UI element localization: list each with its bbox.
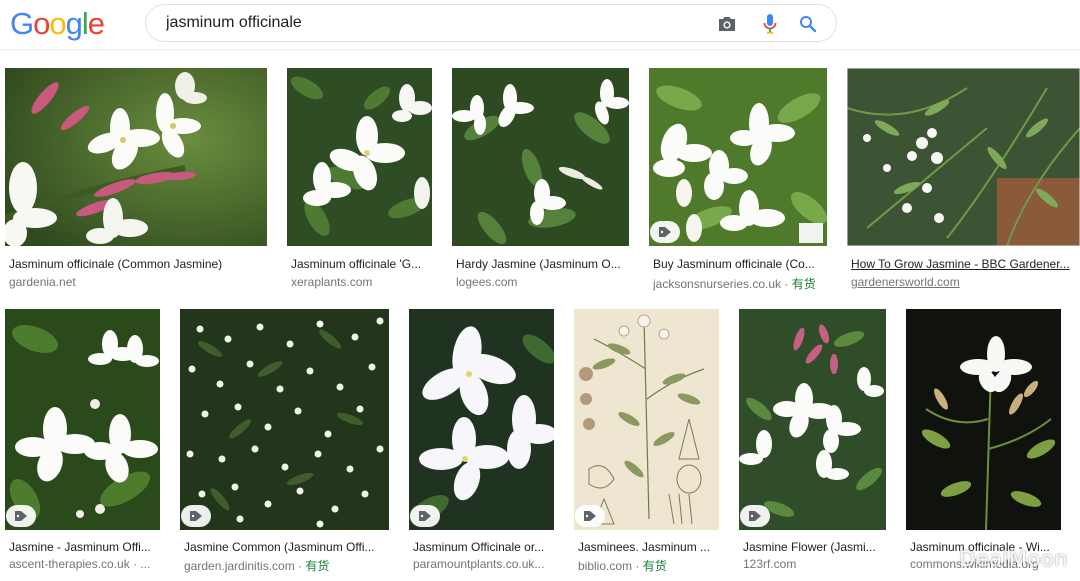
- in-stock-label: 有货: [305, 559, 330, 573]
- result-title[interactable]: Buy Jasminum officinale (Co...: [653, 257, 828, 271]
- price-tag-icon[interactable]: [575, 505, 605, 527]
- image-result[interactable]: Jasmine Flower (Jasmi... 123rf.com: [739, 309, 886, 579]
- search-input[interactable]: [166, 5, 686, 41]
- image-result[interactable]: Hardy Jasmine (Jasminum O... logees.com: [452, 68, 629, 293]
- result-thumbnail[interactable]: [452, 68, 629, 246]
- result-thumbnail[interactable]: [409, 309, 554, 530]
- result-source[interactable]: logees.com: [456, 275, 628, 289]
- in-stock-label: 有货: [791, 277, 816, 291]
- google-logo[interactable]: Google: [10, 6, 105, 42]
- result-thumbnail[interactable]: [739, 309, 886, 530]
- source-domain: logees.com: [456, 275, 518, 289]
- image-result[interactable]: Jasminum Officinale or... paramountplant…: [409, 309, 554, 579]
- source-domain: biblio.com: [578, 559, 633, 573]
- result-source[interactable]: paramountplants.co.uk...: [413, 557, 558, 571]
- price-tag-icon[interactable]: [181, 505, 211, 527]
- result-source[interactable]: biblio.com · 有货: [578, 557, 723, 574]
- result-thumbnail[interactable]: [649, 68, 827, 246]
- source-domain: gardenersworld.com: [851, 275, 960, 289]
- source-domain: xeraplants.com: [291, 275, 373, 289]
- search-box: [145, 4, 837, 42]
- image-result[interactable]: Jasmine Common (Jasminum Offi... garden.…: [180, 309, 389, 579]
- result-source[interactable]: ascent-therapies.co.uk · ...: [9, 557, 161, 571]
- price-tag-icon[interactable]: [6, 505, 36, 527]
- result-source[interactable]: 123rf.com: [743, 557, 890, 571]
- result-title[interactable]: Jasmine Common (Jasminum Offi...: [184, 540, 389, 554]
- result-title[interactable]: Jasminum officinale (Common Jasmine): [9, 257, 264, 271]
- price-tag-icon[interactable]: [740, 505, 770, 527]
- watermark: DealMoon: [959, 547, 1068, 571]
- price-tag-icon[interactable]: [410, 505, 440, 527]
- image-result[interactable]: Buy Jasminum officinale (Co... jacksonsn…: [649, 68, 827, 293]
- source-domain: 123rf.com: [743, 557, 797, 571]
- result-source[interactable]: jacksonsnurseries.co.uk · 有货: [653, 275, 828, 292]
- source-domain: gardenia.net: [9, 275, 76, 289]
- result-title[interactable]: Jasminees. Jasminum ...: [578, 540, 723, 554]
- result-source[interactable]: gardenia.net: [9, 275, 264, 289]
- result-thumbnail[interactable]: [574, 309, 719, 530]
- source-domain: paramountplants.co.uk...: [413, 557, 545, 571]
- image-result[interactable]: Jasmine - Jasminum Offi... ascent-therap…: [5, 309, 160, 579]
- result-title[interactable]: How To Grow Jasmine - BBC Gardener...: [851, 257, 1079, 271]
- image-result[interactable]: Jasminum officinale 'G... xeraplants.com: [287, 68, 432, 293]
- camera-icon[interactable]: [715, 12, 739, 36]
- image-result[interactable]: Jasminum officinale (Common Jasmine) gar…: [5, 68, 267, 293]
- result-title[interactable]: Jasmine - Jasminum Offi...: [9, 540, 161, 554]
- top-bar: Google: [0, 0, 1080, 50]
- result-thumbnail[interactable]: [906, 309, 1061, 530]
- image-result[interactable]: How To Grow Jasmine - BBC Gardener... ga…: [847, 68, 1080, 293]
- result-thumbnail[interactable]: [5, 309, 160, 530]
- result-title[interactable]: Jasminum Officinale or...: [413, 540, 558, 554]
- price-tag-icon[interactable]: [650, 221, 680, 243]
- source-domain: garden.jardinitis.com: [184, 559, 295, 573]
- result-source[interactable]: gardenersworld.com: [851, 275, 1079, 289]
- source-domain: ascent-therapies.co.uk · ...: [9, 557, 151, 571]
- image-result[interactable]: Jasminum officinale - Wi... commons.wiki…: [906, 309, 1061, 579]
- image-result[interactable]: Jasminees. Jasminum ... biblio.com · 有货: [574, 309, 719, 579]
- result-source[interactable]: xeraplants.com: [291, 275, 431, 289]
- result-thumbnail[interactable]: [180, 309, 389, 530]
- microphone-icon[interactable]: [758, 12, 782, 36]
- result-thumbnail[interactable]: [5, 68, 267, 246]
- result-source[interactable]: garden.jardinitis.com · 有货: [184, 557, 389, 574]
- search-icon[interactable]: [796, 12, 820, 36]
- in-stock-label: 有货: [642, 559, 667, 573]
- source-domain: jacksonsnurseries.co.uk: [653, 277, 782, 291]
- result-title[interactable]: Jasmine Flower (Jasmi...: [743, 540, 890, 554]
- result-title[interactable]: Jasminum officinale 'G...: [291, 257, 431, 271]
- result-thumbnail[interactable]: [847, 68, 1080, 246]
- result-title[interactable]: Hardy Jasmine (Jasminum O...: [456, 257, 628, 271]
- result-thumbnail[interactable]: [287, 68, 432, 246]
